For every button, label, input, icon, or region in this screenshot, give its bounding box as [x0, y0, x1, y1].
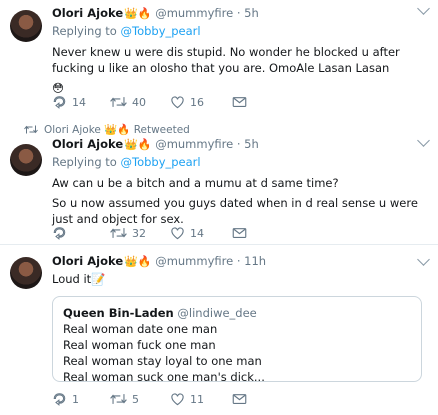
retweet-icon	[110, 97, 127, 107]
tweet-text-line: Loud it📝	[52, 272, 106, 286]
retweet-count: 5	[132, 393, 139, 406]
name-emoji: 👑🔥	[124, 255, 152, 268]
separator-dot: ·	[236, 6, 241, 20]
heart-icon	[171, 227, 184, 240]
tweet-actions: 14 40 16	[52, 95, 428, 111]
replying-to-link[interactable]: @Tobby_pearl	[121, 24, 201, 38]
quoted-text-line: Real woman stay loyal to one man	[63, 354, 262, 368]
retweet-count: 32	[132, 227, 146, 240]
display-name[interactable]: Olori Ajoke	[52, 137, 123, 151]
tweet-emoji-line: 😳	[52, 81, 64, 95]
tweet[interactable]: Olori Ajoke👑🔥 @mummyfire · 11h Loud it📝 …	[0, 245, 438, 415]
retweet-icon	[24, 125, 38, 134]
name-emoji: 👑🔥	[124, 7, 152, 20]
reply-button[interactable]: 14	[52, 95, 86, 111]
tweet-header: Olori Ajoke👑🔥 @mummyfire · 5h	[52, 137, 428, 152]
quoted-text-line: Real woman fuck one man	[63, 338, 216, 352]
quoted-tweet-header: Queen Bin-Laden @lindiwe_dee	[63, 305, 411, 321]
retweet-button[interactable]: 32	[110, 226, 146, 242]
handle[interactable]: @mummyfire	[155, 254, 233, 268]
replying-to-prefix: Replying to	[52, 155, 117, 169]
retweet-button[interactable]: 40	[110, 95, 146, 111]
separator-dot: ·	[236, 254, 241, 268]
envelope-icon	[232, 228, 247, 238]
tweet-header: Olori Ajoke👑🔥 @mummyfire · 5h	[52, 6, 428, 21]
retweeted-by: Olori Ajoke 👑🔥 Retweeted	[24, 123, 190, 136]
avatar[interactable]	[10, 257, 42, 289]
tweet-actions: 1 5 11	[52, 392, 428, 408]
retweet-icon	[110, 394, 127, 404]
reply-icon	[53, 96, 66, 109]
like-count: 14	[190, 227, 204, 240]
display-name[interactable]: Olori Ajoke	[52, 6, 123, 20]
reply-count: 1	[72, 393, 79, 406]
avatar[interactable]	[10, 144, 42, 176]
replying-to-prefix: Replying to	[52, 24, 117, 38]
envelope-icon	[232, 97, 247, 107]
retweet-button[interactable]: 5	[110, 392, 139, 408]
separator-dot: ·	[236, 137, 241, 151]
quoted-text-line: Real woman suck one man's dick...	[63, 370, 265, 384]
reply-button[interactable]: 1	[52, 392, 79, 408]
like-count: 11	[190, 393, 204, 406]
like-button[interactable]: 16	[170, 95, 204, 111]
retweet-icon	[110, 228, 127, 238]
tweet-text-line: Never knew u were dis stupid. No wonder …	[52, 45, 400, 75]
avatar[interactable]	[10, 10, 42, 42]
tweet-header: Olori Ajoke👑🔥 @mummyfire · 11h	[52, 254, 428, 269]
retweet-count: 40	[132, 96, 146, 109]
handle[interactable]: @mummyfire	[155, 137, 233, 151]
tweet[interactable]: Olori Ajoke👑🔥 @mummyfire · 5h Replying t…	[0, 0, 438, 117]
reply-count: 14	[72, 96, 86, 109]
timestamp[interactable]: 11h	[244, 254, 266, 268]
tweet-text-line: So u now assumed you guys dated when in …	[52, 196, 418, 226]
dm-button[interactable]	[232, 226, 252, 242]
replying-to: Replying to @Tobby_pearl	[52, 24, 428, 39]
reply-icon	[53, 393, 66, 406]
tweet[interactable]: Olori Ajoke 👑🔥 Retweeted Olori Ajoke👑🔥 @…	[0, 116, 438, 245]
quoted-display-name: Queen Bin-Laden	[63, 306, 174, 320]
like-button[interactable]: 11	[170, 392, 204, 408]
quoted-tweet[interactable]: Queen Bin-Laden @lindiwe_dee Real woman …	[52, 296, 422, 384]
timestamp[interactable]: 5h	[244, 6, 259, 20]
handle[interactable]: @mummyfire	[155, 6, 233, 20]
tweet-text: Aw can u be a bitch and a mumu at d same…	[52, 175, 428, 227]
tweet-text-line: Aw can u be a bitch and a mumu at d same…	[52, 176, 339, 190]
heart-icon	[171, 96, 184, 109]
quoted-handle: @lindiwe_dee	[177, 306, 257, 320]
like-count: 16	[190, 96, 204, 109]
tweet-text: Loud it📝	[52, 271, 428, 287]
replying-to-link[interactable]: @Tobby_pearl	[121, 155, 201, 169]
reply-button[interactable]	[52, 226, 72, 242]
replying-to: Replying to @Tobby_pearl	[52, 155, 428, 170]
envelope-icon	[232, 394, 247, 404]
display-name[interactable]: Olori Ajoke	[52, 254, 123, 268]
like-button[interactable]: 14	[170, 226, 204, 242]
dm-button[interactable]	[232, 392, 252, 408]
quoted-text-line: Real woman date one man	[63, 322, 218, 336]
heart-icon	[171, 393, 184, 406]
dm-button[interactable]	[232, 95, 252, 111]
name-emoji: 👑🔥	[124, 138, 152, 151]
tweet-actions: 32 14	[52, 226, 428, 242]
retweeted-label[interactable]: Olori Ajoke 👑🔥 Retweeted	[44, 124, 190, 136]
timestamp[interactable]: 5h	[244, 137, 259, 151]
tweet-text: Never knew u were dis stupid. No wonder …	[52, 44, 428, 96]
reply-icon	[53, 227, 66, 240]
